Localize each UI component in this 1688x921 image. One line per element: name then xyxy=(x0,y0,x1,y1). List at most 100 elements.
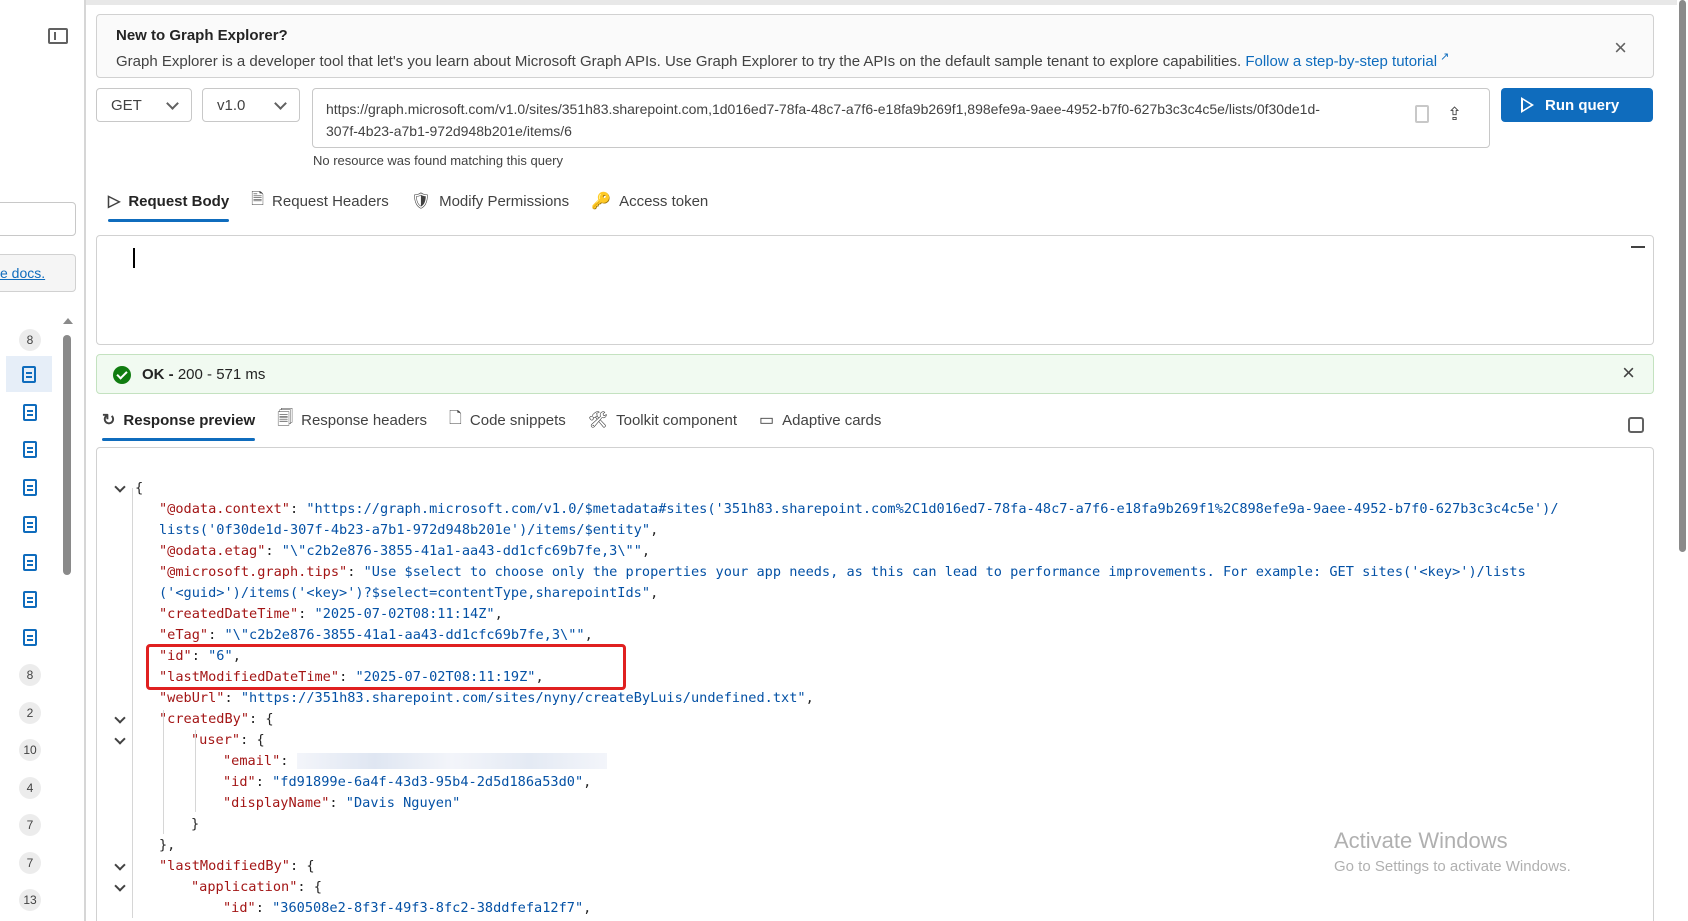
sidebar-item[interactable]: 2 xyxy=(18,701,42,725)
query-url-input[interactable]: https://graph.microsoft.com/v1.0/sites/3… xyxy=(312,88,1490,148)
json-line: ('<guid>')/items('<key>')?$select=conten… xyxy=(97,583,1653,604)
fold-chevron-icon[interactable] xyxy=(114,712,126,724)
request-body-editor[interactable] xyxy=(96,235,1654,345)
request-tabs: ▷ Request Body 🗎 Request Headers 🛡 Modify Per… xyxy=(108,184,730,222)
json-token: ('<guid>')/items('<key>')?$select=conten… xyxy=(159,585,651,601)
sidebar-item[interactable]: 13 xyxy=(18,888,42,912)
count-badge: 13 xyxy=(19,889,41,911)
tutorial-link[interactable]: Follow a step-by-step tutorial xyxy=(1245,53,1437,70)
json-token: , xyxy=(805,690,814,706)
json-token: "https://graph.microsoft.com/v1.0/$metad… xyxy=(306,501,1559,517)
json-token: : xyxy=(347,564,364,580)
response-tab[interactable]: ▭ Adaptive cards xyxy=(759,403,881,437)
sidebar-item[interactable] xyxy=(18,512,42,536)
json-token: : xyxy=(255,774,273,790)
json-line: { xyxy=(97,478,1653,499)
count-badge: 10 xyxy=(19,739,41,761)
json-token: , xyxy=(650,585,659,601)
sidebar-item[interactable]: 7 xyxy=(18,813,42,837)
request-tab-label: Request Body xyxy=(128,192,230,210)
response-tab[interactable]: 🗋 Code snippets xyxy=(449,403,566,437)
json-token: : xyxy=(289,501,307,517)
banner-close-icon[interactable]: × xyxy=(1614,37,1627,59)
response-tab[interactable]: ↻ Response preview xyxy=(102,403,256,441)
fold-chevron-icon[interactable] xyxy=(114,733,126,745)
response-tab-label: Response preview xyxy=(123,411,256,429)
sidebar-scrollbar[interactable] xyxy=(63,335,71,575)
document-icon xyxy=(23,403,37,421)
request-tab[interactable]: 🗎 Request Headers xyxy=(251,184,389,218)
json-token: "createdBy" xyxy=(159,711,250,727)
json-line: "email": xyxy=(97,751,1653,772)
json-token: "id" xyxy=(223,774,256,790)
document-icon xyxy=(23,553,37,571)
response-tab[interactable]: 🛠 Toolkit component xyxy=(588,403,737,437)
sidebar-item[interactable]: 4 xyxy=(18,776,42,800)
request-tab-icon: 🗎 xyxy=(251,190,265,208)
json-token: "email" xyxy=(223,753,281,769)
json-token: : xyxy=(255,900,273,916)
json-line: "eTag": "\"c2b2e876-3855-41a1-aa43-dd1cf… xyxy=(97,625,1653,646)
sidebar-item[interactable] xyxy=(18,400,42,424)
document-icon xyxy=(22,365,36,383)
sidebar-item[interactable] xyxy=(18,550,42,574)
response-tab-icon: ▭ xyxy=(759,412,775,429)
sidebar-item[interactable]: 8 xyxy=(18,663,42,687)
url-hint: No resource was found matching this quer… xyxy=(313,153,564,168)
sidebar-search-input[interactable] xyxy=(0,202,76,236)
http-method-select[interactable]: GET xyxy=(96,88,192,122)
sidebar-toggle-icon[interactable] xyxy=(48,28,68,44)
sidebar-item[interactable] xyxy=(6,356,52,392)
json-token: "fd91899e-6a4f-43d3-95b4-2d5d186a53d0" xyxy=(272,774,584,790)
minimize-icon[interactable] xyxy=(1631,246,1645,248)
expand-icon[interactable] xyxy=(1628,417,1644,433)
json-token: lists('0f30de1d-307f-4b23-a7b1-972d948b2… xyxy=(159,522,651,538)
fold-chevron-icon[interactable] xyxy=(114,481,126,493)
sidebar-item[interactable] xyxy=(18,625,42,649)
sidebar-item[interactable] xyxy=(18,587,42,611)
json-token: "https://351h83.sharepoint.com/sites/nyn… xyxy=(240,690,806,706)
json-token: : xyxy=(298,606,315,622)
response-tab[interactable]: 🗐 Response headers xyxy=(277,403,427,437)
count-badge: 7 xyxy=(19,814,41,836)
status-close-icon[interactable]: × xyxy=(1622,362,1635,384)
copy-icon[interactable] xyxy=(1415,105,1429,123)
sidebar-item[interactable]: 8 xyxy=(18,328,42,352)
page-scrollbar[interactable] xyxy=(1677,0,1688,921)
request-tab[interactable]: ▷ Request Body xyxy=(108,184,230,222)
api-version-select[interactable]: v1.0 xyxy=(202,88,300,122)
fold-chevron-icon[interactable] xyxy=(114,859,126,871)
request-tab[interactable]: 🛡 Modify Permissions xyxy=(411,184,569,218)
document-icon xyxy=(23,440,37,458)
json-token: : { xyxy=(289,858,315,874)
json-token: "application" xyxy=(191,879,298,895)
sidebar-item[interactable] xyxy=(18,475,42,499)
count-badge: 8 xyxy=(19,664,41,686)
response-tab-label: Code snippets xyxy=(469,411,566,429)
docs-link[interactable]: e docs. xyxy=(0,265,45,281)
fold-chevron-icon[interactable] xyxy=(114,880,126,892)
document-icon xyxy=(23,515,37,533)
external-link-icon: ↗ xyxy=(1437,51,1450,63)
document-icon xyxy=(23,590,37,608)
run-query-button[interactable]: Run query xyxy=(1501,88,1653,122)
request-tab[interactable]: 🔑 Access token xyxy=(591,184,708,218)
json-token: , xyxy=(583,900,592,916)
run-query-label: Run query xyxy=(1545,96,1620,114)
document-icon xyxy=(23,628,37,646)
share-icon[interactable]: ⇪ xyxy=(1447,105,1467,123)
json-token: "Davis Nguyen" xyxy=(345,795,461,811)
sidebar-item[interactable]: 7 xyxy=(18,851,42,875)
json-line: "displayName": "Davis Nguyen" xyxy=(97,793,1653,814)
scroll-up-icon[interactable] xyxy=(63,318,73,324)
json-token: : xyxy=(265,543,282,559)
indent-guide xyxy=(195,730,196,812)
query-url-text[interactable]: https://graph.microsoft.com/v1.0/sites/3… xyxy=(326,98,1326,142)
json-token: "Use $select to choose only the properti… xyxy=(363,564,1526,580)
sidebar-item[interactable] xyxy=(18,437,42,461)
json-token: "@odata.context" xyxy=(159,501,290,517)
sidebar-item[interactable]: 10 xyxy=(18,738,42,762)
count-badge: 8 xyxy=(19,329,41,351)
chevron-down-icon xyxy=(166,97,179,110)
page-scrollbar-thumb[interactable] xyxy=(1679,0,1686,552)
